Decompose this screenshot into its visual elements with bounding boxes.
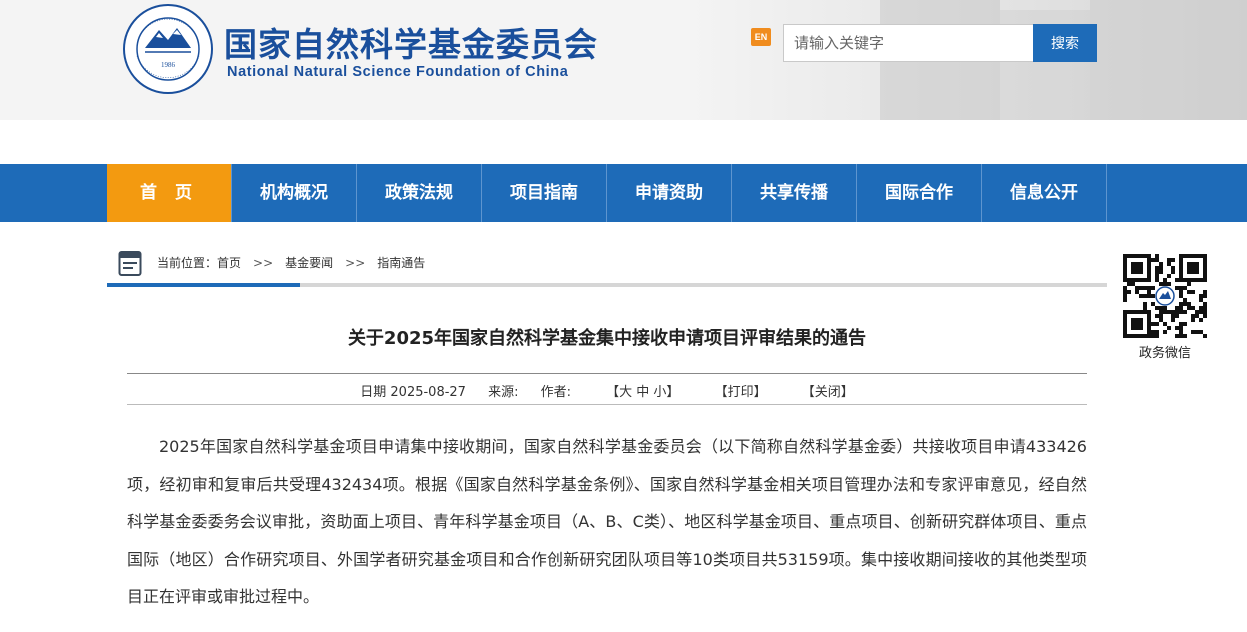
site-header: 1986 国家自然科学基金委员会 National Natural Scienc… xyxy=(0,0,1247,120)
article-body: 2025年国家自然科学基金项目申请集中接收期间，国家自然科学基金委员会（以下简称… xyxy=(127,428,1087,616)
close-button[interactable]: 【关闭】 xyxy=(802,381,854,400)
nav-item-guide[interactable]: 项目指南 xyxy=(482,164,607,222)
article-paragraph: 2025年国家自然科学基金项目申请集中接收期间，国家自然科学基金委员会（以下简称… xyxy=(127,437,1087,606)
source-label: 来源: xyxy=(488,385,519,400)
logo-year: 1986 xyxy=(161,61,176,69)
breadcrumb: 当前位置：首页 >> 基金要闻 >> 指南通告 xyxy=(107,240,1107,286)
breadcrumb-prefix: 当前位置： xyxy=(157,256,218,270)
search-input[interactable] xyxy=(783,24,1034,62)
meta-divider-bottom xyxy=(127,404,1087,405)
breadcrumb-separator: >> xyxy=(345,256,366,270)
article-meta: 日期 2025-08-27 来源: 作者: 【大 中 小】 【打印】 【关闭】 xyxy=(127,381,1087,400)
site-title-en: National Natural Science Foundation of C… xyxy=(227,64,569,80)
qr-label: 政务微信 xyxy=(1138,346,1191,361)
main-nav: 首 页 机构概况 政策法规 项目指南 申请资助 共享传播 国际合作 信息公开 xyxy=(0,164,1247,222)
breadcrumb-divider-accent xyxy=(107,283,300,287)
date-field: 日期 2025-08-27 xyxy=(360,381,466,400)
site-title-cn: 国家自然科学基金委员会 xyxy=(224,25,598,64)
nav-item-disclosure[interactable]: 信息公开 xyxy=(982,164,1107,222)
nsfc-logo[interactable]: 1986 xyxy=(123,4,213,94)
meta-divider-top xyxy=(127,373,1087,374)
nav-item-international[interactable]: 国际合作 xyxy=(857,164,982,222)
breadcrumb-separator: >> xyxy=(253,256,274,270)
print-button[interactable]: 【打印】 xyxy=(715,381,767,400)
date-value: 2025-08-27 xyxy=(390,385,466,400)
document-icon xyxy=(118,251,142,276)
nav-item-apply[interactable]: 申请资助 xyxy=(607,164,732,222)
author-label: 作者: xyxy=(540,385,572,400)
english-version-link[interactable]: EN xyxy=(751,28,771,46)
date-label: 日期 xyxy=(360,385,387,400)
article-title: 关于2025年国家自然科学基金集中接收申请项目评审结果的通告 xyxy=(347,328,867,349)
font-size-toggle[interactable]: 【大 中 小】 xyxy=(606,381,679,400)
wechat-qr-code xyxy=(1123,254,1207,338)
breadcrumb-link-home[interactable]: 首页 xyxy=(217,254,241,271)
search-button[interactable]: 搜索 xyxy=(1033,24,1097,62)
nav-item-about[interactable]: 机构概况 xyxy=(232,164,357,222)
nav-item-home[interactable]: 首 页 xyxy=(107,164,232,222)
nav-item-policy[interactable]: 政策法规 xyxy=(357,164,482,222)
building-image xyxy=(1090,0,1247,120)
nav-item-share[interactable]: 共享传播 xyxy=(732,164,857,222)
breadcrumb-trail: 当前位置：首页 >> 基金要闻 >> 指南通告 xyxy=(157,254,425,271)
breadcrumb-link-news[interactable]: 基金要闻 xyxy=(285,254,333,271)
breadcrumb-link-notices[interactable]: 指南通告 xyxy=(377,254,425,271)
